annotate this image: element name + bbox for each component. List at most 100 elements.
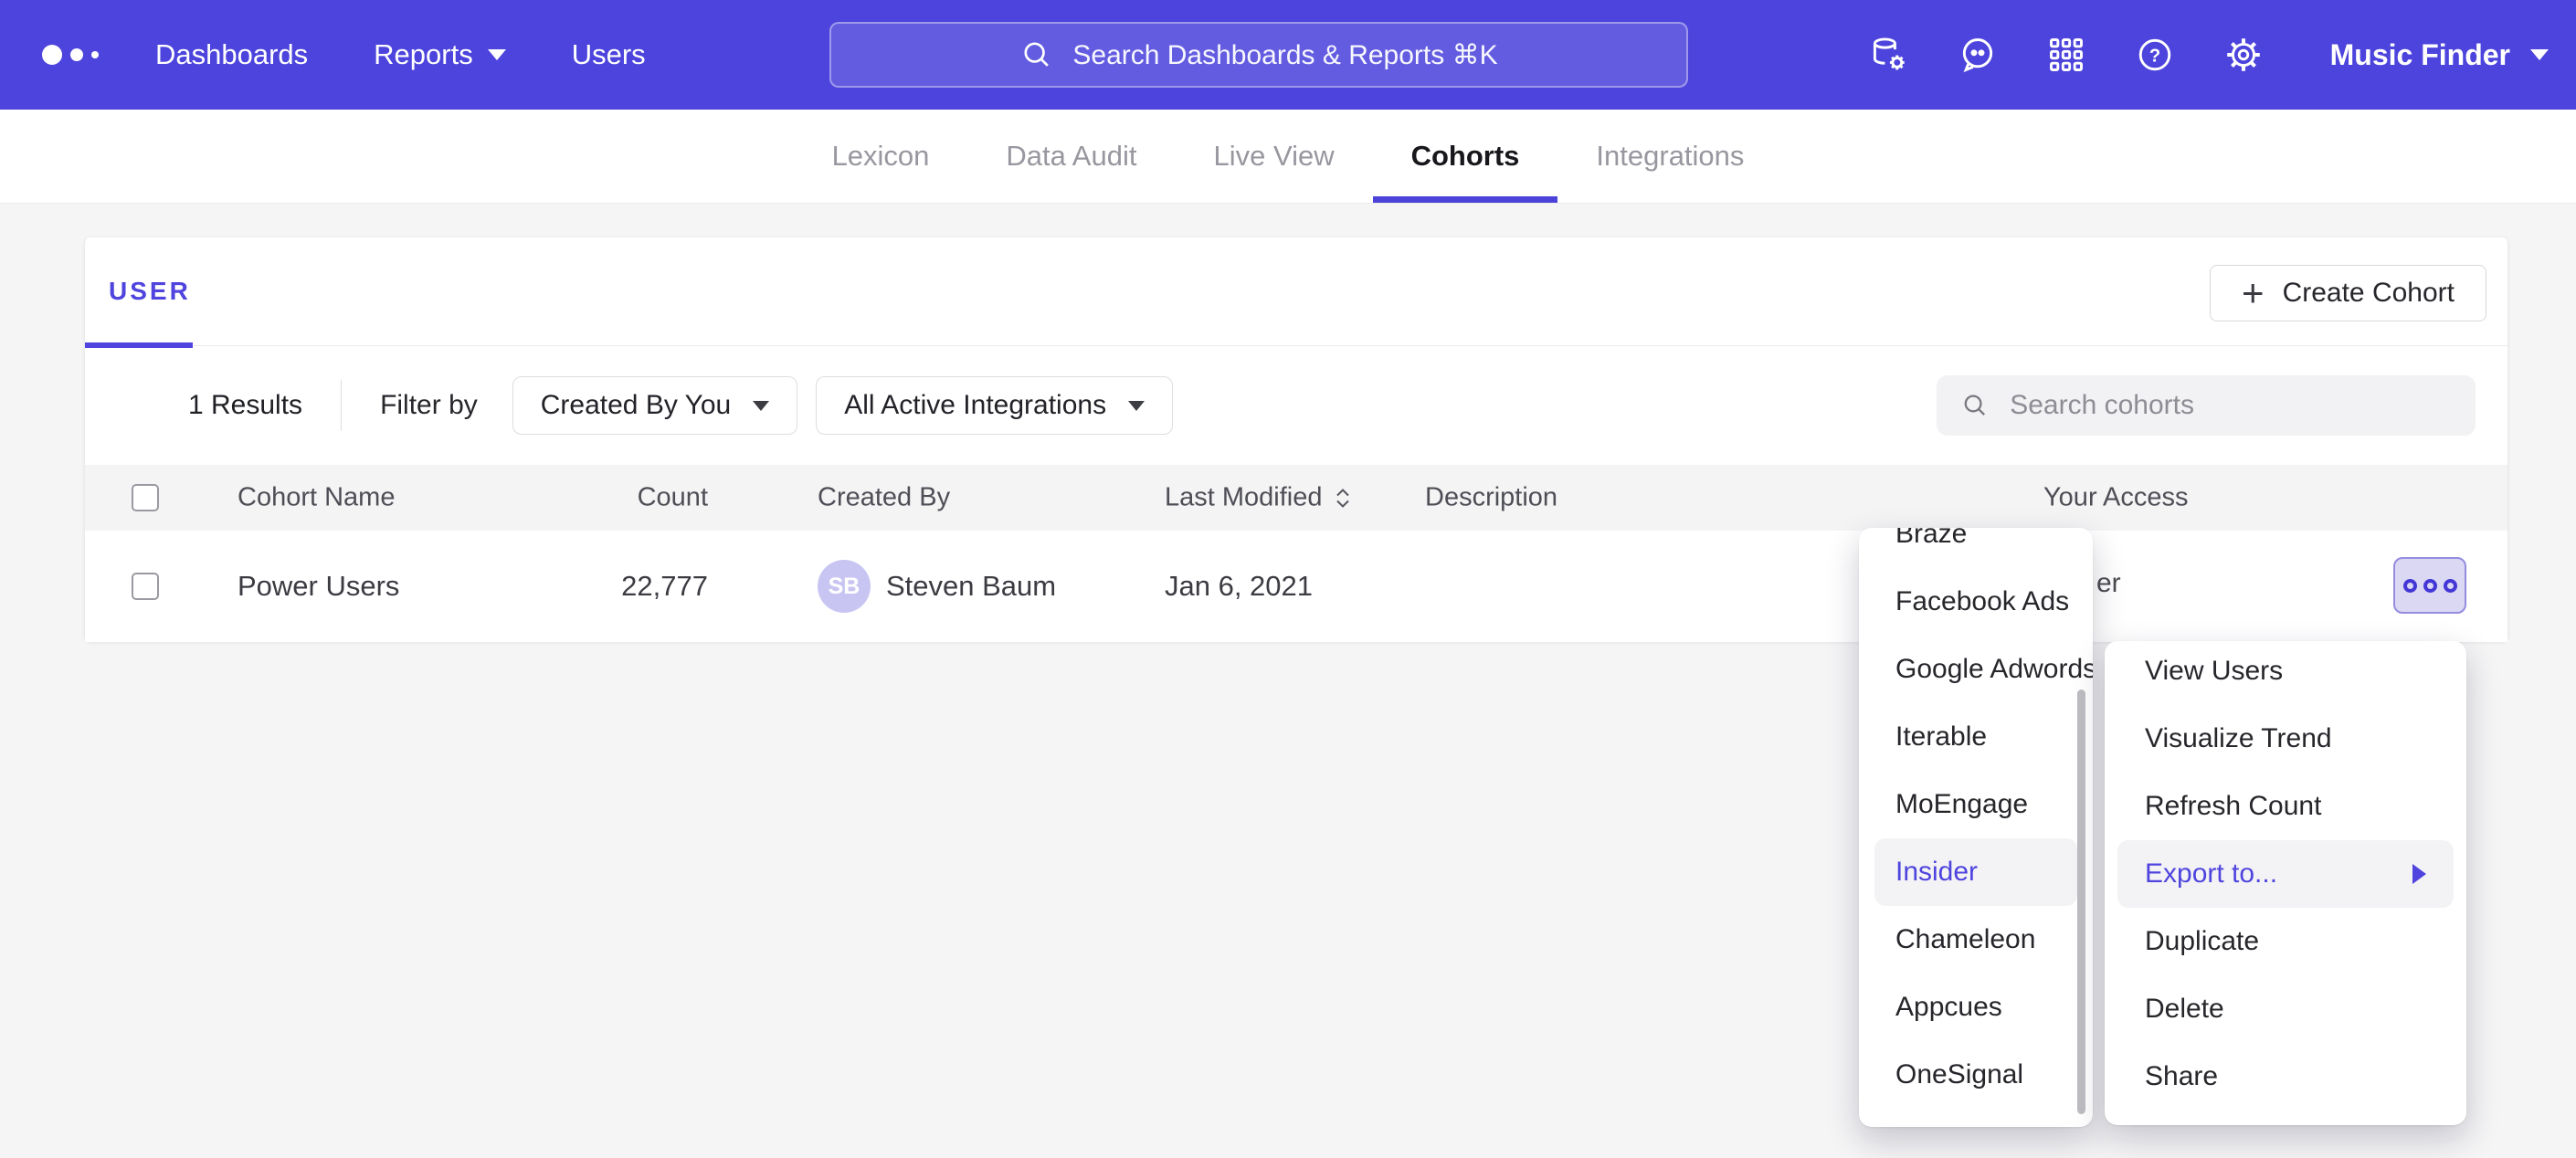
tab-data-audit[interactable]: Data Audit bbox=[967, 110, 1175, 203]
table-header: Cohort Name Count Created By Last Modifi… bbox=[85, 465, 2507, 531]
data-management-icon bbox=[1869, 34, 1909, 76]
header-description: Description bbox=[1425, 483, 1557, 513]
apps-grid-icon bbox=[2046, 34, 2086, 76]
row-checkbox[interactable] bbox=[132, 573, 159, 600]
chevron-down-icon bbox=[2530, 49, 2549, 60]
avatar: SB bbox=[818, 560, 871, 613]
nav-reports-label: Reports bbox=[374, 38, 473, 71]
table-row: Power Users 22,777 SB Steven Baum Jan 6,… bbox=[85, 531, 2507, 642]
ellipsis-icon bbox=[2403, 579, 2417, 593]
menu-item-chameleon[interactable]: Chameleon bbox=[1859, 906, 2093, 974]
feedback-icon bbox=[1958, 34, 1998, 76]
nav-users-label: Users bbox=[572, 38, 646, 71]
cohort-type-row: USER + Create Cohort bbox=[85, 237, 2507, 346]
apps-grid-button[interactable] bbox=[2046, 35, 2086, 75]
project-switcher[interactable]: Music Finder bbox=[2330, 38, 2549, 72]
tab-integrations-label: Integrations bbox=[1596, 140, 1744, 173]
cohort-actions-menu: View Users Visualize Trend Refresh Count… bbox=[2105, 641, 2466, 1125]
settings-gear-icon bbox=[2223, 34, 2264, 76]
tab-user-cohorts[interactable]: USER bbox=[109, 237, 191, 345]
global-search-placeholder: Search Dashboards & Reports ⌘K bbox=[1072, 39, 1497, 71]
settings-button[interactable] bbox=[2223, 35, 2264, 75]
cohort-count: 22,777 bbox=[523, 570, 708, 603]
nav-reports[interactable]: Reports bbox=[374, 38, 506, 71]
tab-live-view-label: Live View bbox=[1213, 140, 1334, 173]
header-last-modified-label: Last Modified bbox=[1165, 483, 1323, 513]
section-tabs: Lexicon Data Audit Live View Cohorts Int… bbox=[0, 110, 2576, 204]
menu-item-onesignal[interactable]: OneSignal bbox=[1859, 1041, 2093, 1109]
global-search[interactable]: Search Dashboards & Reports ⌘K bbox=[829, 22, 1688, 88]
tab-cohorts[interactable]: Cohorts bbox=[1373, 110, 1558, 203]
filter-by-label: Filter by bbox=[380, 390, 478, 421]
filter-row: 1 Results Filter by Created By You All A… bbox=[85, 346, 2507, 465]
created-by-filter-label: Created By You bbox=[541, 390, 732, 421]
tab-cohorts-label: Cohorts bbox=[1411, 140, 1520, 173]
menu-item-iterable[interactable]: Iterable bbox=[1859, 703, 2093, 771]
menu-item-refresh-count[interactable]: Refresh Count bbox=[2105, 773, 2466, 840]
menu-item-appcues[interactable]: Appcues bbox=[1859, 974, 2093, 1041]
header-cohort-name: Cohort Name bbox=[238, 483, 395, 513]
top-right-actions: ? Music Finder bbox=[1869, 35, 2549, 75]
menu-item-export-to[interactable]: Export to... bbox=[2117, 840, 2454, 908]
chevron-down-icon bbox=[488, 49, 506, 60]
menu-item-visualize-trend[interactable]: Visualize Trend bbox=[2105, 705, 2466, 773]
cohort-name-link[interactable]: Power Users bbox=[238, 570, 399, 603]
submenu-arrow-icon bbox=[2412, 864, 2426, 884]
integrations-filter[interactable]: All Active Integrations bbox=[816, 376, 1173, 435]
data-management-button[interactable] bbox=[1869, 35, 1909, 75]
logo-dot-small bbox=[91, 51, 99, 58]
cohort-actions-list: View Users Visualize Trend Refresh Count… bbox=[2105, 641, 2466, 1111]
mixpanel-logo[interactable] bbox=[42, 45, 99, 65]
created-by-filter[interactable]: Created By You bbox=[512, 376, 798, 435]
feedback-button[interactable] bbox=[1958, 35, 1998, 75]
cohorts-page: Dashboards Reports Users Search Dashboar… bbox=[0, 0, 2576, 1158]
top-bar: Dashboards Reports Users Search Dashboar… bbox=[0, 0, 2576, 110]
header-count: Count bbox=[523, 483, 708, 513]
tab-integrations[interactable]: Integrations bbox=[1557, 110, 1782, 203]
create-cohort-button[interactable]: + Create Cohort bbox=[2210, 265, 2486, 321]
nav-dashboards[interactable]: Dashboards bbox=[155, 38, 308, 71]
cohort-search-box[interactable] bbox=[1937, 375, 2476, 436]
search-icon bbox=[1019, 37, 1054, 72]
svg-text:?: ? bbox=[2148, 46, 2159, 66]
integrations-filter-label: All Active Integrations bbox=[844, 390, 1106, 421]
chevron-down-icon bbox=[753, 401, 769, 411]
create-cohort-label: Create Cohort bbox=[2283, 278, 2455, 309]
primary-nav: Dashboards Reports Users bbox=[155, 38, 646, 71]
row-actions-button[interactable] bbox=[2393, 557, 2466, 614]
tab-lexicon[interactable]: Lexicon bbox=[794, 110, 968, 203]
menu-item-delete[interactable]: Delete bbox=[2105, 975, 2466, 1043]
menu-item-facebook-ads[interactable]: Facebook Ads bbox=[1859, 568, 2093, 636]
divider bbox=[341, 380, 342, 431]
scrollbar-thumb[interactable] bbox=[2077, 690, 2085, 1114]
sort-icon bbox=[1334, 485, 1352, 511]
menu-item-view-users[interactable]: View Users bbox=[2105, 641, 2466, 705]
last-modified-date: Jan 6, 2021 bbox=[1165, 570, 1313, 603]
project-name: Music Finder bbox=[2330, 38, 2510, 72]
menu-item-google-adwords[interactable]: Google Adwords bbox=[1859, 636, 2093, 703]
tab-data-audit-label: Data Audit bbox=[1006, 140, 1136, 173]
menu-item-braze[interactable]: Braze bbox=[1859, 528, 2093, 568]
search-icon bbox=[1960, 389, 1990, 422]
header-created-by: Created By bbox=[818, 483, 950, 513]
help-icon: ? bbox=[2135, 34, 2175, 76]
header-last-modified[interactable]: Last Modified bbox=[1165, 483, 1352, 513]
logo-dot-large bbox=[42, 45, 62, 65]
export-to-submenu: Braze Facebook Ads Google Adwords Iterab… bbox=[1859, 528, 2093, 1127]
tab-lexicon-label: Lexicon bbox=[832, 140, 930, 173]
menu-item-insider[interactable]: Insider bbox=[1874, 838, 2077, 906]
help-button[interactable]: ? bbox=[2135, 35, 2175, 75]
nav-dashboards-label: Dashboards bbox=[155, 38, 308, 71]
header-your-access: Your Access bbox=[2043, 483, 2189, 513]
menu-item-moengage[interactable]: MoEngage bbox=[1859, 771, 2093, 838]
cohort-search-input[interactable] bbox=[2008, 389, 2452, 422]
nav-users[interactable]: Users bbox=[572, 38, 646, 71]
menu-item-duplicate[interactable]: Duplicate bbox=[2105, 908, 2466, 975]
tab-live-view[interactable]: Live View bbox=[1175, 110, 1372, 203]
chevron-down-icon bbox=[1128, 401, 1145, 411]
results-count: 1 Results bbox=[188, 390, 302, 421]
select-all-checkbox[interactable] bbox=[132, 484, 159, 511]
menu-item-share[interactable]: Share bbox=[2105, 1043, 2466, 1111]
tab-user-label: USER bbox=[109, 277, 191, 306]
created-by-name: Steven Baum bbox=[886, 570, 1056, 603]
